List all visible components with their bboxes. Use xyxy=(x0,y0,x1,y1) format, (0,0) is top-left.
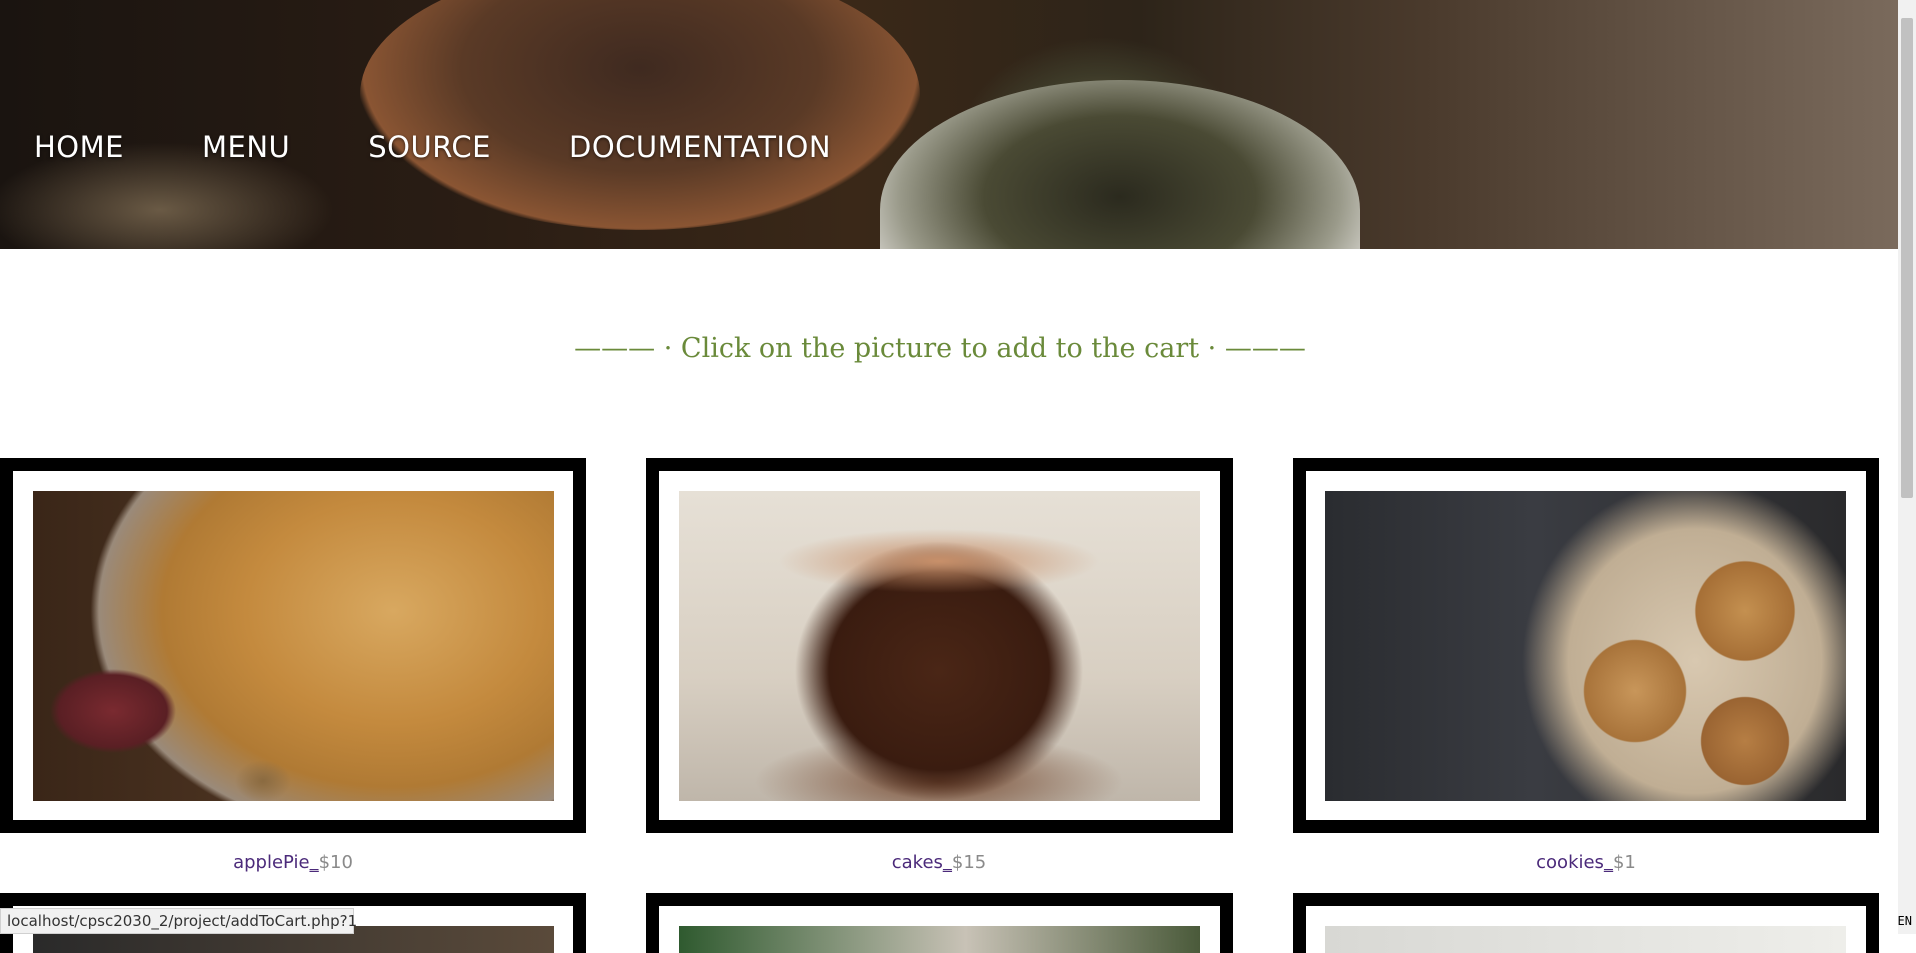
browser-status-url: localhost/cpsc2030_2/project/addToCart.p… xyxy=(0,908,357,934)
product-picture-button[interactable] xyxy=(646,893,1233,953)
page-tagline: ——— · Click on the picture to add to the… xyxy=(574,333,1306,364)
product-caption: applePie_$10 xyxy=(0,852,586,873)
product-picture-button[interactable] xyxy=(1293,893,1879,953)
banner-tart-image xyxy=(360,0,920,230)
cakes-photo xyxy=(679,491,1200,801)
main-nav: HOME MENU SOURCE DOCUMENTATION xyxy=(34,130,831,164)
nav-source-link[interactable]: SOURCE xyxy=(368,130,491,164)
product-price: $10 xyxy=(318,852,353,873)
name-separator: _ xyxy=(1603,852,1613,873)
nav-documentation-link[interactable]: DOCUMENTATION xyxy=(569,130,831,164)
product-price: $15 xyxy=(951,852,987,873)
applepie-picture-button[interactable] xyxy=(0,458,586,833)
language-indicator: EN xyxy=(1897,914,1912,928)
product-photo xyxy=(1325,926,1846,953)
header-banner: HOME MENU SOURCE DOCUMENTATION xyxy=(0,0,1898,249)
applepie-photo xyxy=(33,491,554,801)
vertical-scrollbar[interactable] xyxy=(1898,0,1916,934)
product-photo xyxy=(679,926,1200,953)
cookies-picture-button[interactable] xyxy=(1293,458,1879,833)
scrollbar-thumb[interactable] xyxy=(1901,18,1913,498)
banner-cupcake-image xyxy=(880,80,1360,249)
name-separator: _ xyxy=(309,852,319,873)
name-separator: _ xyxy=(942,852,952,873)
product-name: cookies xyxy=(1536,852,1604,873)
product-caption: cakes_$15 xyxy=(646,852,1232,873)
product-caption: cookies_$1 xyxy=(1293,852,1879,873)
product-name: applePie xyxy=(233,852,310,873)
cakes-picture-button[interactable] xyxy=(646,458,1233,833)
nav-home-link[interactable]: HOME xyxy=(34,130,124,164)
cookies-photo xyxy=(1325,491,1846,801)
product-price: $1 xyxy=(1612,852,1636,873)
product-name: cakes xyxy=(891,852,943,873)
nav-menu-link[interactable]: MENU xyxy=(202,130,290,164)
